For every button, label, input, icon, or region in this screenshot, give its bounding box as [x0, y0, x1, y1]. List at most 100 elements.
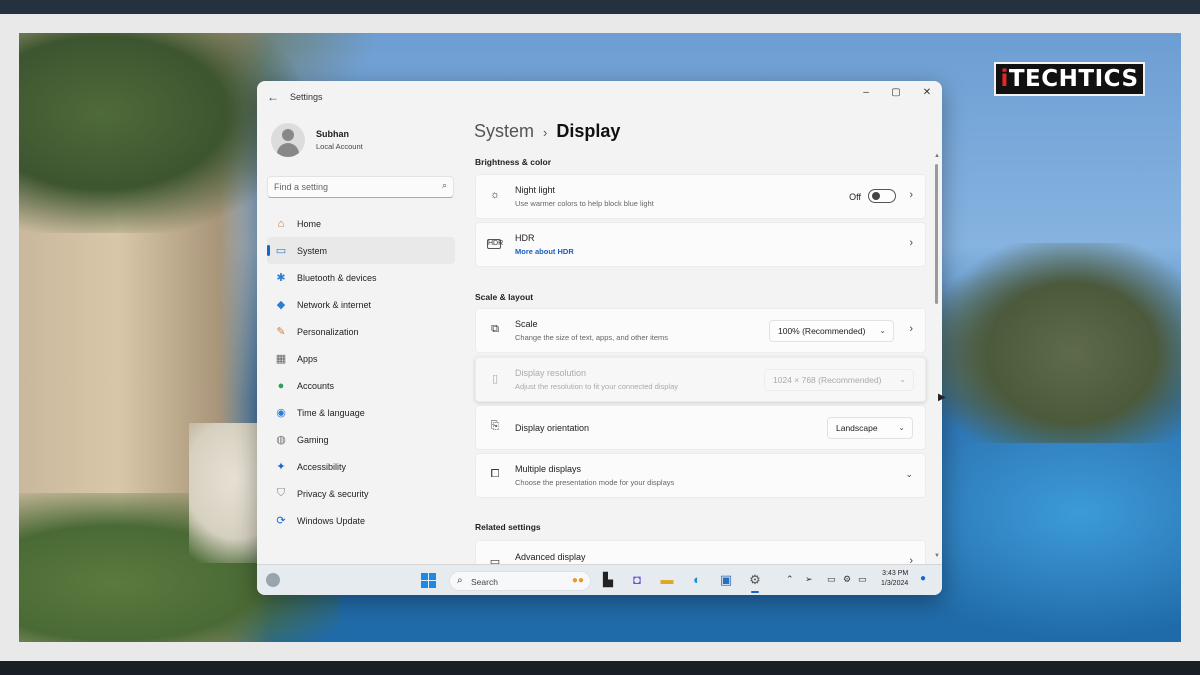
multiple-displays-icon: ⧠ [490, 468, 500, 480]
sidebar-item-privacy-security[interactable]: ⛉ Privacy & security [267, 480, 455, 507]
night-light-toggle[interactable] [868, 189, 896, 203]
page-title: Display [556, 121, 621, 141]
night-light-subtitle: Use warmer colors to help block blue lig… [515, 199, 654, 208]
settings-app-icon[interactable]: ⚙ [747, 572, 763, 593]
gamepad-icon: ◍ [276, 434, 286, 446]
home-icon: ⌂ [277, 217, 285, 230]
chevron-up-icon[interactable]: ⌃ [786, 574, 794, 585]
hdr-more-link[interactable]: More about HDR [515, 247, 574, 256]
hdr-title: HDR [515, 233, 535, 243]
start-button[interactable] [421, 573, 436, 588]
sidebar-item-label: Privacy & security [297, 488, 369, 499]
globe-icon: ◉ [276, 407, 286, 419]
sidebar-item-label: Personalization [297, 326, 359, 337]
shield-icon: ⛉ [276, 487, 286, 499]
mouse-cursor-icon: ▶ [938, 392, 946, 403]
minimize-button[interactable]: – [856, 87, 876, 103]
clock-time: 3:43 PM [882, 570, 909, 577]
breadcrumb-parent[interactable]: System [474, 121, 534, 142]
chevron-right-icon[interactable]: › [909, 323, 913, 335]
orientation-dropdown[interactable]: Landscape ⌄ [827, 417, 913, 439]
scroll-down-arrow[interactable]: ▼ [934, 553, 940, 559]
sidebar-item-label: Bluetooth & devices [297, 272, 377, 283]
notification-bell-icon[interactable]: ● [920, 573, 926, 584]
edge-icon[interactable]: ◐ [689, 572, 705, 588]
sidebar-item-system[interactable]: ▭ System [267, 237, 455, 264]
settings-gear-icon[interactable]: ⚙ [843, 574, 851, 585]
sidebar-item-home[interactable]: ⌂ Home [267, 210, 455, 237]
screen-border-top [0, 0, 1200, 14]
apps-icon: ▦ [275, 353, 287, 365]
section-related-settings: Related settings [475, 522, 541, 532]
breadcrumb: System › Display [474, 121, 620, 145]
multiple-displays-card[interactable]: ⧠ Multiple displays Choose the presentat… [475, 453, 926, 498]
screen-border-bottom [0, 661, 1200, 675]
sidebar-item-bluetooth-devices[interactable]: ✱ Bluetooth & devices [267, 264, 455, 291]
night-light-card[interactable]: ☼ Night light Use warmer colors to help … [475, 174, 926, 219]
resolution-icon: ▯ [491, 373, 499, 385]
update-icon: ⟳ [276, 515, 286, 527]
sidebar-item-network-internet[interactable]: ◆ Network & internet [267, 291, 455, 318]
sidebar-item-windows-update[interactable]: ⟳ Windows Update [267, 507, 455, 534]
chevron-down-icon: ⌄ [899, 375, 906, 384]
scrollbar[interactable] [935, 154, 939, 564]
search-icon[interactable]: ⌕ [442, 180, 447, 191]
sidebar-item-apps[interactable]: ▦ Apps [267, 345, 455, 372]
scrollbar-thumb[interactable] [935, 164, 938, 304]
file-explorer-icon[interactable]: ▬ [659, 572, 675, 588]
profile-account-type: Local Account [316, 142, 363, 151]
taskbar-clock[interactable]: 3:43 PM 1/3/2024 [881, 569, 908, 589]
send-icon[interactable]: ➢ [805, 574, 813, 585]
sidebar-item-label: Apps [297, 353, 318, 364]
display-orientation-card[interactable]: ⎘ Display orientation Landscape ⌄ [475, 405, 926, 450]
store-icon[interactable]: ▣ [718, 572, 734, 588]
itechtics-logo: i TECHTICS [994, 62, 1145, 96]
taskbar-search[interactable]: ⌕ Search ●● [449, 571, 591, 591]
monitor-icon: ▭ [275, 245, 287, 257]
settings-search[interactable]: ⌕ [267, 176, 454, 198]
night-light-state: Off [849, 192, 861, 202]
scale-subtitle: Change the size of text, apps, and other… [515, 333, 669, 342]
section-scale-layout: Scale & layout [475, 292, 534, 302]
sidebar-item-gaming[interactable]: ◍ Gaming [267, 426, 455, 453]
hdr-card[interactable]: HDR HDR More about HDR › [475, 222, 926, 267]
chevron-down-icon: ⌄ [879, 326, 886, 335]
sidebar-item-accessibility[interactable]: ✦ Accessibility [267, 453, 455, 480]
sidebar-item-label: Windows Update [297, 515, 366, 526]
search-input[interactable] [274, 180, 424, 194]
title-bar: ← Settings – ▢ ✕ [257, 81, 942, 111]
taskbar-search-label: Search [471, 577, 498, 587]
chevron-right-icon[interactable]: › [909, 189, 913, 201]
night-light-title: Night light [515, 185, 556, 195]
sidebar-item-label: System [297, 245, 328, 256]
display-resolution-card[interactable]: ▯ Display resolution Adjust the resoluti… [475, 357, 926, 402]
sidebar-item-label: Accessibility [297, 461, 347, 472]
bluetooth-icon: ✱ [276, 272, 286, 284]
sidebar-item-personalization[interactable]: ✎ Personalization [267, 318, 455, 345]
back-arrow-icon[interactable]: ← [267, 90, 279, 104]
advanced-display-title: Advanced display [515, 552, 586, 562]
chevron-right-icon[interactable]: › [909, 237, 913, 249]
scale-card[interactable]: ⧉ Scale Change the size of text, apps, a… [475, 308, 926, 353]
sidebar-item-time-language[interactable]: ◉ Time & language [267, 399, 455, 426]
scale-icon: ⧉ [491, 323, 499, 335]
chat-icon[interactable]: ◘ [629, 572, 645, 588]
brush-icon: ✎ [276, 326, 286, 338]
chevron-down-icon[interactable]: ⌄ [905, 469, 913, 480]
sidebar-item-accounts[interactable]: ● Accounts [267, 372, 455, 399]
sidebar-item-label: Gaming [297, 434, 329, 445]
battery-icon[interactable]: ▭ [858, 574, 867, 585]
scale-dropdown[interactable]: 100% (Recommended) ⌄ [769, 320, 894, 342]
task-view-icon[interactable]: ▙ [600, 572, 616, 588]
settings-window: ← Settings – ▢ ✕ Subhan Local Account ⌕ … [257, 81, 942, 595]
network-icon[interactable]: ▭ [827, 574, 836, 585]
maximize-button[interactable]: ▢ [886, 87, 906, 103]
multiple-displays-title: Multiple displays [515, 464, 582, 474]
avatar[interactable] [271, 123, 305, 157]
widgets-icon[interactable] [266, 573, 280, 587]
resolution-dropdown[interactable]: 1024 × 768 (Recommended) ⌄ [764, 369, 914, 391]
close-button[interactable]: ✕ [917, 87, 937, 103]
multiple-displays-subtitle: Choose the presentation mode for your di… [515, 478, 675, 487]
taskbar: ⌕ Search ●● ▙ ◘ ▬ ◐ ▣ ⚙ ⌃ ➢ ▭ ⚙ ▭ 3:43 P… [257, 564, 942, 595]
sun-icon: ☼ [489, 189, 501, 201]
